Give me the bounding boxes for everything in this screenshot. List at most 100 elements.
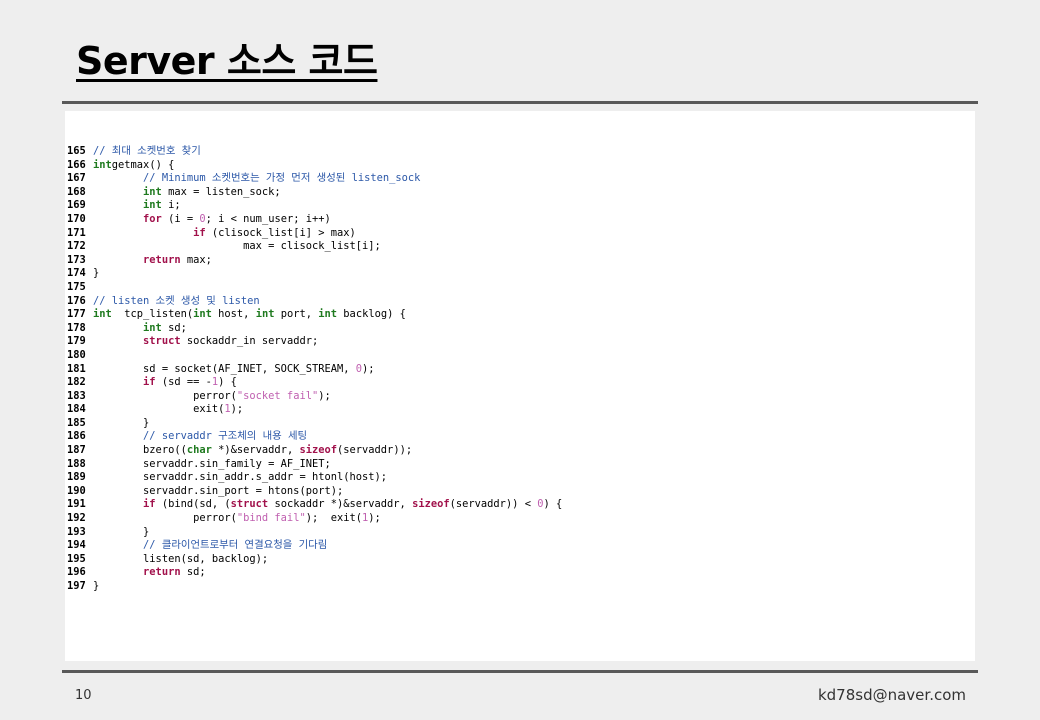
code-token: return	[143, 566, 181, 579]
line-number: 192	[67, 512, 86, 525]
code-line: 189 servaddr.sin_addr.s_addr = htonl(hos…	[67, 471, 562, 485]
code-token: // 최대 소켓번호 찾기	[93, 145, 201, 157]
line-number: 173	[67, 253, 86, 266]
footer-divider	[62, 670, 978, 673]
code-token: struct	[143, 335, 181, 348]
code-line: 167 // Minimum 소켓번호는 가정 먼저 생성된 listen_so…	[67, 172, 562, 186]
code-line: 195 listen(sd, backlog);	[67, 553, 562, 567]
line-number: 182	[67, 376, 86, 389]
line-number: 197	[67, 580, 86, 592]
code-line: 190 servaddr.sin_port = htons(port);	[67, 485, 562, 499]
code-token: port,	[274, 308, 319, 321]
code-screenshot: 165 // 최대 소켓번호 찾기 166 intgetmax() {167 // M…	[65, 111, 975, 661]
code-token: exit(	[93, 403, 225, 416]
code-token: backlog) {	[337, 308, 406, 321]
line-number: 193	[67, 525, 86, 538]
code-line: 178 int sd;	[67, 322, 562, 336]
line-number: 166	[67, 158, 86, 171]
code-token: int	[143, 185, 162, 198]
line-number: 189	[67, 471, 86, 484]
code-line: 172 max = clisock_list[i];	[67, 240, 562, 254]
code-token: (clisock_list[i] > max)	[205, 226, 356, 239]
code-token: );	[318, 389, 331, 402]
code-token: if	[193, 226, 206, 239]
author-email: kd78sd@naver.com	[817, 686, 966, 704]
code-token: listen(sd, backlog);	[93, 552, 269, 565]
code-token: ) {	[218, 376, 237, 389]
code-token: sd = socket(AF_INET, SOCK_STREAM,	[93, 362, 356, 375]
code-line: 171 if (clisock_list[i] > max)	[67, 227, 562, 241]
code-token: for	[143, 212, 162, 225]
code-line: 187 bzero((char *)&servaddr, sizeof(serv…	[67, 444, 562, 458]
code-token: );	[368, 512, 381, 525]
code-line: 166 intgetmax() {	[67, 159, 562, 173]
code-token: (servaddr)) <	[449, 498, 538, 511]
code-line: 196 return sd;	[67, 566, 562, 580]
code-line: 188 servaddr.sin_family = AF_INET;	[67, 458, 562, 472]
code-token: sizeof	[299, 444, 338, 457]
code-token: servaddr.sin_addr.s_addr = htonl(host);	[93, 471, 388, 484]
code-line: 193 }	[67, 526, 562, 540]
code-line: 175	[67, 281, 562, 295]
code-token: sd;	[180, 566, 206, 579]
line-number: 178	[67, 321, 86, 334]
line-number: 191	[67, 498, 86, 511]
code-token: servaddr.sin_port = htons(port);	[93, 484, 344, 497]
line-number: 180	[67, 348, 86, 361]
line-number: 174	[67, 267, 86, 280]
line-number: 187	[67, 444, 86, 457]
line-number: 184	[67, 403, 86, 416]
line-number: 181	[67, 362, 86, 375]
code-token: int	[193, 308, 212, 321]
line-number: 185	[67, 416, 86, 429]
code-token: // listen 소켓 생성 및 listen	[93, 294, 260, 307]
line-number: 165	[67, 145, 86, 157]
code-token: int	[318, 308, 338, 321]
code-token: // servaddr 구조체의 내용 세팅	[143, 430, 308, 443]
code-token: if	[143, 498, 156, 511]
code-token: max = listen_sock;	[161, 185, 281, 198]
code-token: perror(	[93, 512, 237, 525]
line-number: 195	[67, 552, 86, 565]
code-line: 169 int i;	[67, 199, 562, 213]
code-token: int	[255, 308, 275, 321]
code-token: perror(	[93, 389, 237, 402]
code-token: }	[93, 416, 150, 429]
line-number: 194	[67, 539, 86, 552]
code-token: );	[230, 403, 244, 416]
line-number: 186	[67, 430, 86, 443]
code-token: (sd == -	[155, 376, 212, 389]
code-token: *)&servaddr,	[211, 444, 300, 457]
code-line: 179 struct sockaddr_in servaddr;	[67, 335, 562, 349]
code-token: bzero((	[93, 444, 187, 457]
code-token: "bind fail"	[236, 512, 306, 525]
code-token: char	[186, 444, 212, 457]
code-line: 177 int tcp_listen(int host, int port, in…	[67, 308, 562, 322]
code-line: 181 sd = socket(AF_INET, SOCK_STREAM, 0)…	[67, 363, 562, 377]
code-token: }	[93, 525, 150, 538]
code-token: int	[143, 321, 162, 334]
line-number: 188	[67, 457, 86, 470]
line-number: 172	[67, 240, 86, 253]
line-number: 177	[67, 308, 86, 321]
code-line: 185 }	[67, 417, 562, 431]
code-token: // 클라이언트로부터 연결요청을 기다림	[143, 539, 328, 552]
slide-title: Server 소스 코드	[76, 39, 378, 83]
code-line: 174}	[67, 267, 562, 281]
code-line: 183 perror("socket fail");	[67, 390, 562, 404]
code-token: );	[362, 362, 375, 375]
code-token: int	[93, 308, 112, 321]
code-token: (i =	[161, 212, 200, 225]
line-number: 183	[67, 389, 86, 402]
code-token: max;	[180, 253, 212, 266]
code-token: // Minimum 소켓번호는 가정 먼저 생성된 listen_sock	[143, 172, 421, 185]
